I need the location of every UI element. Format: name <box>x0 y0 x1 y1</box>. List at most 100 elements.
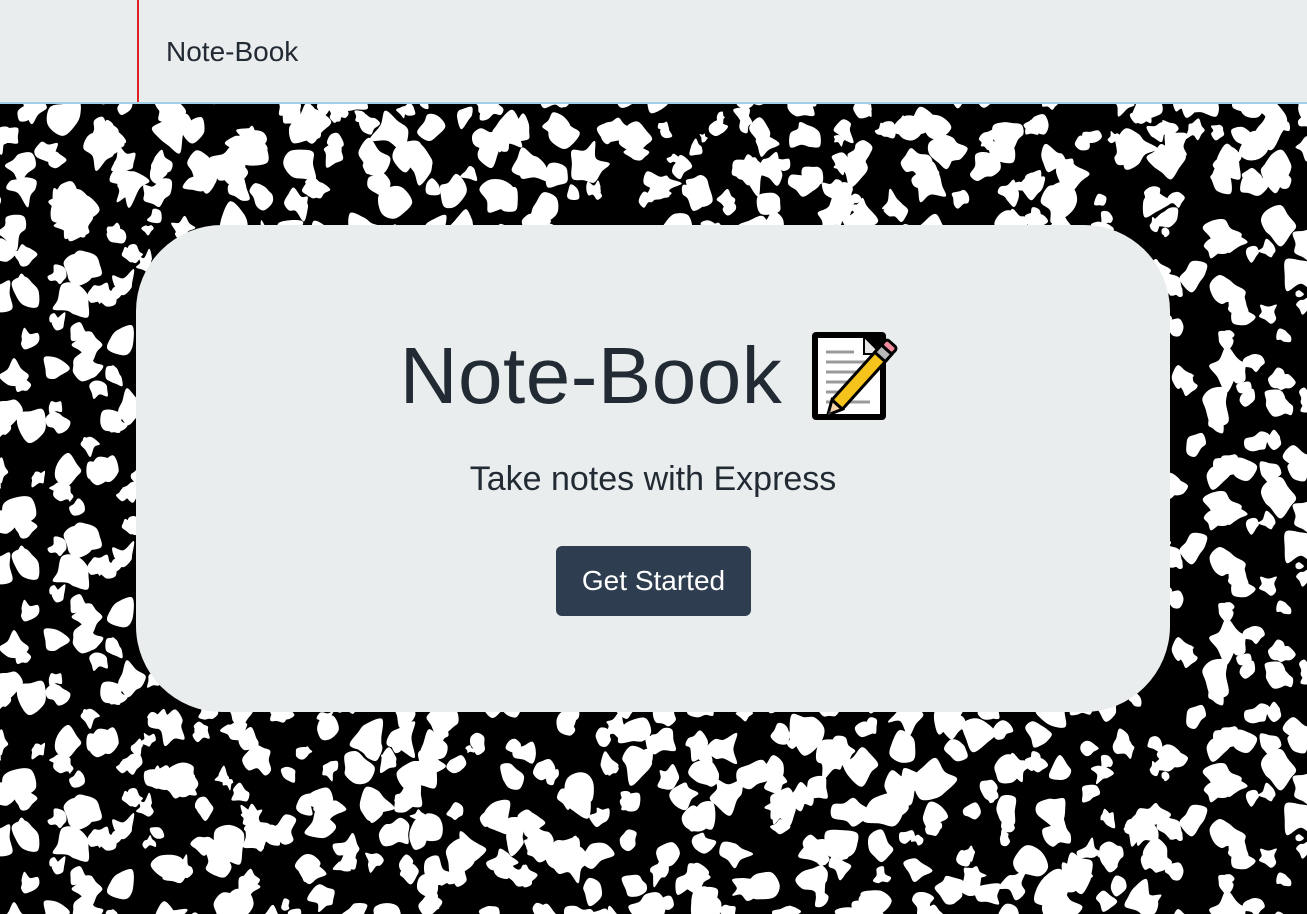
marble-speck <box>72 617 104 654</box>
marble-speck <box>0 457 9 484</box>
marble-speck <box>299 746 313 758</box>
marble-speck <box>944 739 968 762</box>
marble-speck <box>570 140 610 183</box>
marble-speck <box>927 822 943 833</box>
marble-speck <box>1222 602 1235 612</box>
marble-speck <box>141 225 154 236</box>
notebook-margin-line <box>137 0 139 102</box>
marble-speck <box>70 866 88 887</box>
marble-speck <box>117 104 133 115</box>
marble-speck <box>213 892 240 914</box>
marble-speck <box>43 628 70 652</box>
marble-speck <box>1242 897 1265 914</box>
marble-speck <box>889 729 916 763</box>
marble-speck <box>54 724 82 759</box>
marble-speck <box>1257 238 1276 258</box>
marble-speck <box>1241 167 1263 190</box>
marble-speck <box>109 830 123 844</box>
marble-speck <box>719 904 736 914</box>
marble-speck <box>789 122 821 148</box>
marble-speck <box>1296 841 1307 859</box>
marble-speck <box>1210 124 1225 141</box>
marble-speck <box>0 280 13 313</box>
marble-speck <box>1299 387 1307 409</box>
marble-speck <box>21 327 40 350</box>
marble-speck <box>1292 501 1307 533</box>
marble-speck <box>1245 245 1259 263</box>
marble-speck <box>52 282 90 318</box>
marble-speck <box>1110 875 1127 897</box>
marble-speck <box>913 757 958 801</box>
marble-speck <box>1292 773 1307 805</box>
marble-speck <box>666 153 679 163</box>
marble-speck <box>281 898 290 911</box>
marble-speck <box>1265 170 1283 194</box>
marble-speck <box>1257 510 1276 530</box>
marble-speck <box>264 904 279 914</box>
marble-speck <box>52 826 90 862</box>
marble-speck <box>838 850 849 862</box>
marble-speck <box>222 777 234 791</box>
marble-speck <box>1161 227 1170 238</box>
marble-speck <box>16 408 46 444</box>
navbar: Note-Book <box>0 0 1307 104</box>
marble-speck <box>21 871 40 894</box>
navbar-brand-link[interactable]: Note-Book <box>166 34 298 70</box>
marble-speck <box>446 755 467 774</box>
marble-speck <box>647 104 669 114</box>
marble-speck <box>974 883 1001 905</box>
marble-speck <box>978 104 991 108</box>
marble-speck <box>600 128 619 145</box>
marble-speck <box>1080 740 1099 757</box>
marble-speck <box>399 854 414 872</box>
marble-speck <box>69 770 85 788</box>
marble-speck <box>1296 569 1307 587</box>
marble-speck <box>1276 872 1292 887</box>
marble-speck <box>1284 258 1307 292</box>
marble-speck <box>1245 517 1259 535</box>
marble-speck <box>342 902 368 914</box>
marble-speck <box>903 858 933 882</box>
marble-speck <box>1169 556 1183 570</box>
marble-speck <box>588 807 610 828</box>
marble-speck <box>1185 118 1205 141</box>
marble-speck <box>1284 530 1307 564</box>
marble-speck <box>962 802 981 820</box>
marble-speck <box>1169 828 1183 842</box>
marble-speck <box>1244 431 1270 452</box>
marble-speck <box>699 133 708 143</box>
hero-panel: Note-Book Take notes with Express Get St… <box>136 225 1170 712</box>
marble-speck <box>551 845 589 884</box>
marble-speck <box>1245 789 1259 807</box>
marble-speck <box>1115 728 1130 750</box>
marble-speck <box>864 717 878 734</box>
marble-speck <box>69 498 85 516</box>
get-started-button[interactable]: Get Started <box>556 546 751 616</box>
hero-title: Note-Book <box>399 331 783 420</box>
marble-speck <box>1192 104 1219 117</box>
marble-speck <box>419 104 429 110</box>
marble-speck <box>1267 429 1282 451</box>
marble-speck <box>6 902 23 914</box>
marble-speck <box>63 253 92 286</box>
marble-speck <box>833 134 846 147</box>
marble-speck <box>109 558 123 572</box>
marble-speck <box>63 797 92 830</box>
marble-speck <box>1169 284 1183 298</box>
marble-speck <box>1295 136 1307 162</box>
marble-speck <box>951 189 970 209</box>
marble-speck <box>787 104 815 117</box>
marble-speck <box>72 345 104 382</box>
marble-speck <box>457 106 473 130</box>
marble-speck <box>1242 353 1265 373</box>
marble-speck <box>1267 701 1282 723</box>
marble-speck <box>998 903 1019 914</box>
marble-speck <box>47 264 67 285</box>
marble-speck <box>1295 562 1304 570</box>
marble-speck <box>787 173 821 197</box>
marble-speck <box>52 554 90 590</box>
marble-speck <box>322 760 339 782</box>
marble-speck <box>540 104 569 109</box>
marble-speck <box>16 680 46 716</box>
marble-speck <box>1287 460 1307 482</box>
